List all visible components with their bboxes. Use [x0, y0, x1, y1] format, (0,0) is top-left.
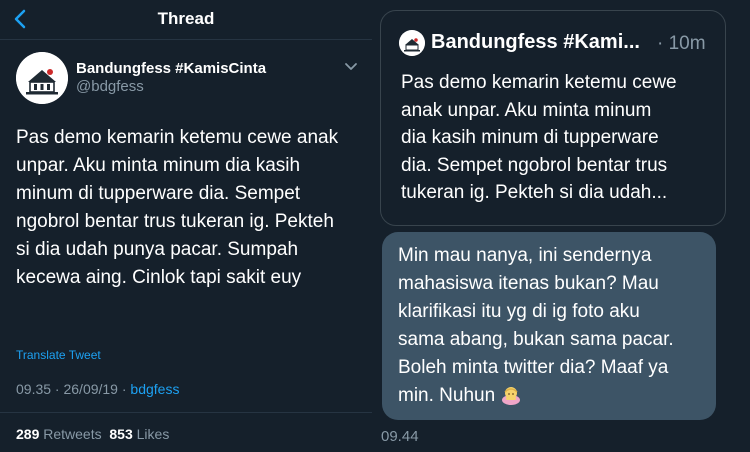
quoted-text-line: dia kasih minum di tupperware [401, 127, 659, 148]
thread-header: Thread [0, 0, 372, 40]
message-timestamp: 09.44 [381, 428, 419, 445]
tweet-meta: 09.35 · 26/09/19 · bdgfess [16, 381, 179, 397]
tweet-text-line: Pas demo kemarin ketemu cewe anak [16, 127, 339, 148]
tweet-text-line: minum di tupperware dia. Sempet [16, 183, 301, 204]
quoted-text-line: anak unpar. Aku minta minum [401, 99, 652, 121]
quoted-text-line: dia. Sempet ngobrol bentar trus [401, 154, 668, 176]
likes-count[interactable]: 853 [109, 426, 132, 442]
quoted-tweet-text: Pas demo kemarin ketemu cewe anak unpar.… [401, 69, 719, 207]
message-text-line: min. Nuhun [398, 382, 714, 410]
page-title: Thread [157, 9, 215, 28]
message-bubble[interactable]: Min mau nanya, ini sendernya mahasiswa i… [382, 232, 716, 420]
tweet-timestamp: 09.35 · 26/09/19 · [16, 381, 131, 397]
likes-label[interactable]: Likes [137, 426, 170, 442]
dm-panel: Bandungfess #Kami... · 10m Pas demo kema… [372, 0, 750, 452]
quoted-author-name: Bandungfess #Kami... [431, 31, 640, 53]
message-text-line: klarifikasi itu yg di ig foto aku [398, 301, 640, 322]
divider [0, 412, 372, 413]
tweet-text-line: si dia udah punya pacar. Sumpah [16, 239, 299, 260]
message-text-line: Min mau nanya, ini sendernya [398, 245, 652, 266]
message-text-line: Boleh minta twitter dia? Maaf ya [398, 357, 669, 378]
translate-tweet-link[interactable]: Translate Tweet [16, 348, 101, 362]
tweet-text-line: ngobrol bentar trus tukeran ig. Pekteh [16, 211, 334, 232]
quoted-text-line: tukeran ig. Pekteh si dia udah... [401, 182, 668, 203]
tweet-stats: 289 Retweets 853 Likes [16, 426, 169, 442]
tweet-text-line: kecewa aing. Cinlok tapi sakit euy [16, 267, 302, 288]
tweet-text: Pas demo kemarin ketemu cewe anak unpar.… [16, 124, 366, 292]
message-text-line: mahasiswa itenas bukan? Mau [398, 273, 659, 294]
tweet-text-line: unpar. Aku minta minum dia kasih [16, 155, 301, 176]
bandungfess-logo-icon [16, 52, 68, 104]
quoted-time: · 10m [657, 33, 706, 54]
quoted-text-line: Pas demo kemarin ketemu cewe [401, 72, 677, 93]
quoted-tweet-card[interactable]: Bandungfess #Kami... · 10m Pas demo kema… [380, 10, 726, 226]
tweet-thread-panel: Thread Bandungfess #KamisCinta @bdgfess … [0, 0, 372, 452]
message-text-span: min. Nuhun [398, 385, 496, 406]
message-text-line: sama abang, bukan sama pacar. [398, 329, 674, 350]
avatar[interactable] [16, 52, 68, 104]
avatar [399, 30, 425, 56]
author-handle[interactable]: @bdgfess [76, 78, 144, 95]
person-bowing-emoji-icon [502, 387, 521, 405]
tweet-source-link[interactable]: bdgfess [130, 381, 179, 397]
retweets-label[interactable]: Retweets [43, 426, 101, 442]
chevron-down-icon[interactable] [344, 62, 358, 72]
author-name[interactable]: Bandungfess #KamisCinta [76, 60, 266, 77]
retweets-count[interactable]: 289 [16, 426, 39, 442]
bandungfess-logo-icon [399, 30, 425, 56]
message-text: Min mau nanya, ini sendernya mahasiswa i… [398, 242, 714, 410]
